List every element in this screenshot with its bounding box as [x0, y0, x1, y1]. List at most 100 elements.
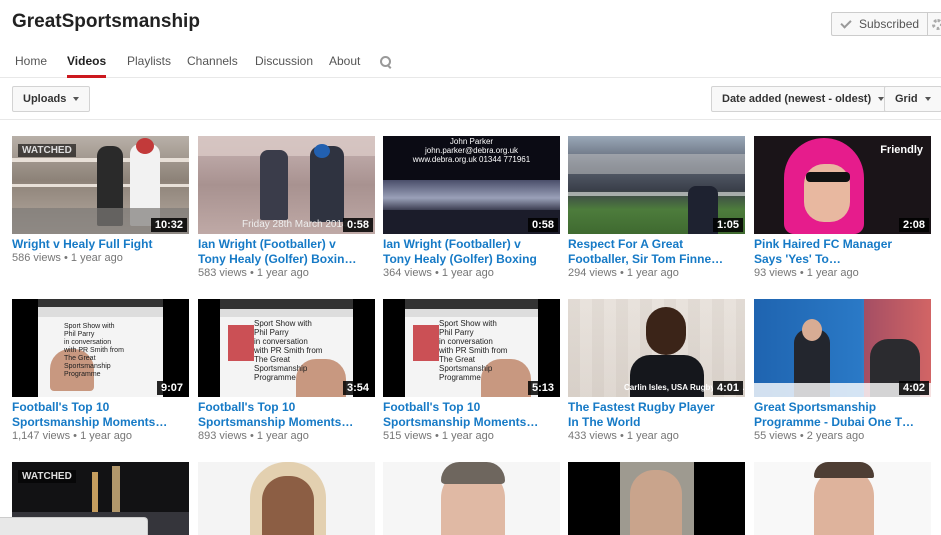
video-title-line: Great Sportsmanship	[754, 400, 877, 414]
video-meta: 515 views • 1 year ago	[383, 430, 494, 442]
view-count: 515 views	[383, 430, 432, 442]
video-title-line: Programme - Dubai One T…	[754, 415, 915, 429]
video-item	[568, 462, 745, 535]
video-duration: 3:54	[342, 381, 373, 395]
video-meta: 294 views • 1 year ago	[568, 267, 679, 279]
thumbnail-caption: Friday 28th March 2014	[242, 219, 348, 230]
upload-age: 1 year ago	[80, 430, 133, 442]
view-count: 586 views	[12, 252, 61, 264]
video-meta: 433 views • 1 year ago	[568, 430, 679, 442]
video-thumbnail[interactable]: Carlin Isles, USA Rugby 7s Te… 4:01	[568, 299, 745, 397]
watched-badge: WATCHED	[18, 470, 76, 483]
upload-age: 1 year ago	[441, 267, 494, 279]
video-title-link[interactable]: Great Sportsmanship Programme - Dubai One…	[754, 400, 931, 430]
video-title-line: Respect For A Great	[568, 237, 684, 251]
video-title-line: Sportsmanship Moments…	[198, 415, 354, 429]
video-item: WATCHED 10:32 Wright v Healy Full Fight …	[12, 136, 189, 264]
video-item: Sport Show with Phil Parry in conversati…	[383, 299, 560, 442]
video-item: 4:02 Great Sportsmanship Programme - Duba…	[754, 299, 931, 442]
video-title-link[interactable]: Football's Top 10 Sportsmanship Moments…	[383, 400, 560, 430]
upload-age: 1 year ago	[806, 267, 859, 279]
video-meta: 93 views • 1 year ago	[754, 267, 859, 279]
video-thumbnail[interactable]: Sport Show with Phil Parry in conversati…	[12, 299, 189, 397]
bottom-status-bar	[0, 517, 148, 535]
video-item: 1:05 Respect For A Great Footballer, Sir …	[568, 136, 745, 279]
video-title-line: Tony Healy (Golfer) Boxing	[383, 252, 537, 266]
video-title-line: Ian Wright (Footballer) v	[198, 237, 336, 251]
video-meta: 1,147 views • 1 year ago	[12, 430, 133, 442]
view-count: 93 views	[754, 267, 797, 279]
video-title-link[interactable]: Football's Top 10 Sportsmanship Moments…	[12, 400, 189, 430]
video-item: Carlin Isles, USA Rugby 7s Te… 4:01 The …	[568, 299, 745, 442]
video-item: Sport Show with Phil Parry in conversati…	[12, 299, 189, 442]
video-meta: 364 views • 1 year ago	[383, 267, 494, 279]
video-title-line: Pink Haired FC Manager	[754, 237, 893, 251]
video-title-line: Sportsmanship Moments…	[383, 415, 539, 429]
video-meta: 586 views • 1 year ago	[12, 252, 123, 264]
thumbnail-caption: Sport Show with Phil Parry in conversati…	[439, 319, 508, 382]
video-duration: 4:02	[898, 381, 929, 395]
video-title-line: In The World	[568, 415, 641, 429]
thumbnail-caption: Sport Show with Phil Parry in conversati…	[64, 323, 124, 378]
video-title-line: Ian Wright (Footballer) v	[383, 237, 521, 251]
video-title-link[interactable]: Wright v Healy Full Fight	[12, 237, 189, 252]
video-thumbnail[interactable]: Friday 28th March 2014 0:58	[198, 136, 375, 234]
video-title-link[interactable]: Ian Wright (Footballer) v Tony Healy (Gol…	[383, 237, 560, 267]
video-thumbnail[interactable]	[383, 462, 560, 535]
video-meta: 583 views • 1 year ago	[198, 267, 309, 279]
view-count: 433 views	[568, 430, 617, 442]
video-duration: 4:01	[712, 381, 743, 395]
video-thumbnail[interactable]: Sport Show with Phil Parry in conversati…	[383, 299, 560, 397]
video-thumbnail[interactable]: 4:02	[754, 299, 931, 397]
video-title-link[interactable]: Ian Wright (Footballer) v Tony Healy (Gol…	[198, 237, 375, 267]
thumbnail-caption: Sport Show with Phil Parry in conversati…	[254, 319, 323, 382]
video-thumbnail[interactable]: Friendly 2:08	[754, 136, 931, 234]
video-thumbnail[interactable]: WATCHED 10:32	[12, 136, 189, 234]
upload-age: 1 year ago	[441, 430, 494, 442]
upload-age: 1 year ago	[256, 430, 309, 442]
video-item	[198, 462, 375, 535]
upload-age: 1 year ago	[626, 430, 679, 442]
video-grid: WATCHED 10:32 Wright v Healy Full Fight …	[0, 0, 941, 535]
video-meta: 55 views • 2 years ago	[754, 430, 865, 442]
video-thumbnail[interactable]	[198, 462, 375, 535]
video-duration: 9:07	[156, 381, 187, 395]
video-title-link[interactable]: Respect For A Great Footballer, Sir Tom F…	[568, 237, 745, 267]
view-count: 55 views	[754, 430, 797, 442]
video-meta: 893 views • 1 year ago	[198, 430, 309, 442]
video-title-link[interactable]: The Fastest Rugby Player In The World	[568, 400, 745, 430]
video-title-line: Tony Healy (Golfer) Boxin…	[198, 252, 357, 266]
video-title-line: Wright v Healy Full Fight	[12, 237, 153, 251]
video-thumbnail[interactable]	[754, 462, 931, 535]
video-thumbnail[interactable]: Sport Show with Phil Parry in conversati…	[198, 299, 375, 397]
video-title-line: The Fastest Rugby Player	[568, 400, 715, 414]
upload-age: 1 year ago	[626, 267, 679, 279]
view-count: 364 views	[383, 267, 432, 279]
view-count: 1,147 views	[12, 430, 71, 442]
video-title-line: Footballer, Sir Tom Finne…	[568, 252, 724, 266]
video-title-line: Sportsmanship Moments…	[12, 415, 168, 429]
video-duration: 0:58	[342, 218, 373, 232]
video-title-line: Football's Top 10	[383, 400, 481, 414]
video-thumbnail[interactable]	[568, 462, 745, 535]
video-item: Friendly 2:08 Pink Haired FC Manager Says…	[754, 136, 931, 279]
video-title-line: Says 'Yes' To…	[754, 252, 841, 266]
video-item: John Parker john.parker@debra.org.uk www…	[383, 136, 560, 279]
video-title-link[interactable]: Football's Top 10 Sportsmanship Moments…	[198, 400, 375, 430]
video-duration: 5:13	[527, 381, 558, 395]
video-thumbnail[interactable]: 1:05	[568, 136, 745, 234]
video-duration: 0:58	[527, 218, 558, 232]
video-item	[383, 462, 560, 535]
video-duration: 2:08	[898, 218, 929, 232]
video-title-link[interactable]: Pink Haired FC Manager Says 'Yes' To…	[754, 237, 931, 267]
upload-age: 2 years ago	[806, 430, 865, 442]
video-item: Sport Show with Phil Parry in conversati…	[198, 299, 375, 442]
upload-age: 1 year ago	[70, 252, 123, 264]
video-item: Friday 28th March 2014 0:58 Ian Wright (…	[198, 136, 375, 279]
video-title-line: Football's Top 10	[198, 400, 296, 414]
thumbnail-caption: Friendly	[880, 144, 923, 156]
thumbnail-caption: John Parker john.parker@debra.org.uk www…	[412, 137, 531, 164]
video-thumbnail[interactable]: John Parker john.parker@debra.org.uk www…	[383, 136, 560, 234]
view-count: 583 views	[198, 267, 247, 279]
view-count: 893 views	[198, 430, 247, 442]
